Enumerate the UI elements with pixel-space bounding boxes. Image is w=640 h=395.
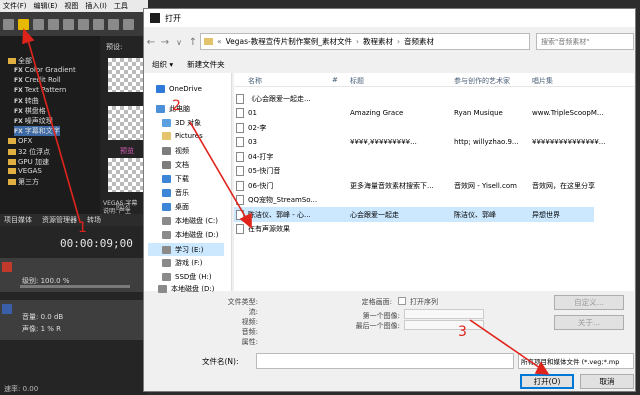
annotation-overlay: 1 2 3 (22, 28, 550, 375)
annotation-arrowhead-1 (22, 28, 35, 45)
annotation-arrow-2 (189, 121, 247, 219)
annotation-arrow-3 (469, 319, 541, 369)
annotation-label-2: 2 (172, 98, 181, 114)
annotation-arrowhead-2 (239, 212, 252, 229)
annotation-arrow-1 (27, 39, 81, 223)
annotation-label-1: 1 (78, 220, 87, 236)
annotation-label-3: 3 (458, 324, 467, 340)
annotation-arrowhead-3 (534, 361, 550, 375)
